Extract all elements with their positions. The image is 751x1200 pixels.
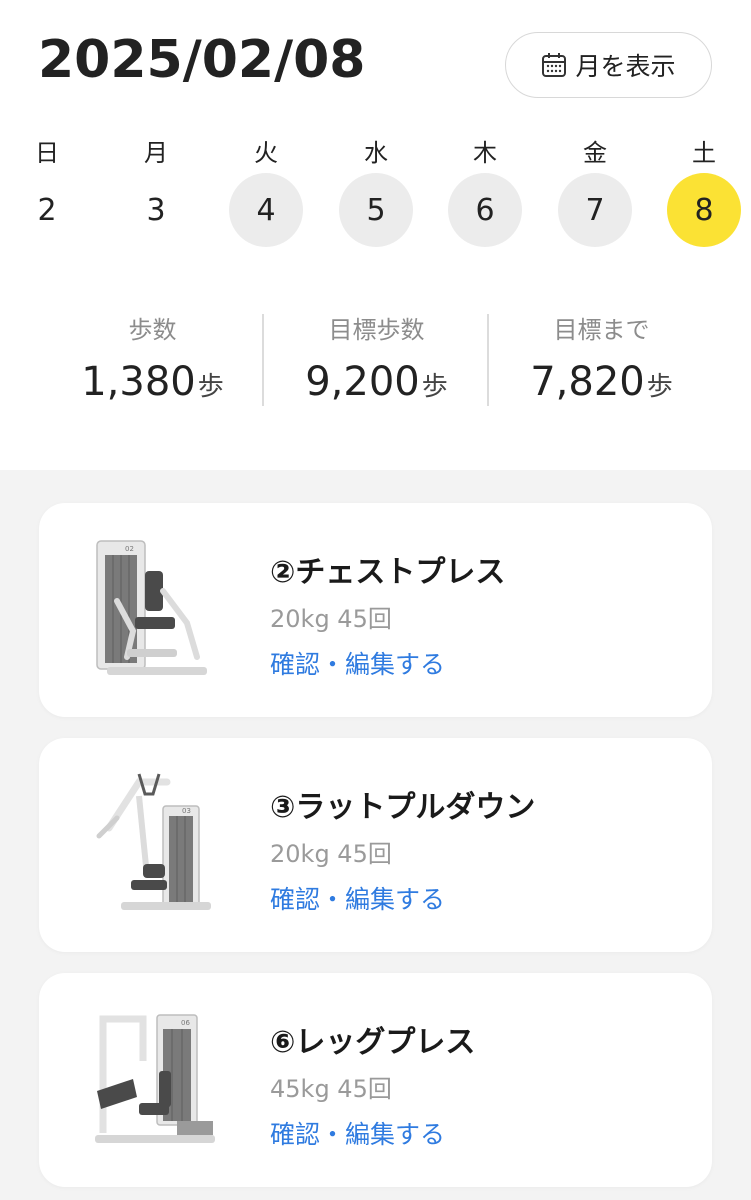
calendar-icon [542, 53, 567, 77]
show-month-button[interactable]: 月を表示 [505, 32, 712, 98]
day-sunday[interactable]: 日 2 [10, 130, 84, 250]
stat-goal-steps: 目標歩数 9,200歩 [264, 310, 489, 405]
stat-value: 9,200 [305, 359, 420, 405]
step-stats: 歩数 1,380歩 目標歩数 9,200歩 目標まで 7,820歩 [0, 310, 751, 410]
day-number[interactable]: 2 [10, 173, 84, 247]
svg-text:06: 06 [181, 1019, 190, 1027]
svg-text:02: 02 [125, 545, 134, 553]
day-name: 月 [144, 139, 168, 167]
stat-label: 目標歩数 [328, 316, 425, 344]
day-name: 水 [364, 139, 388, 167]
workout-title: ③ラットプルダウン [270, 790, 536, 825]
day-wednesday[interactable]: 水 5 [339, 130, 413, 250]
day-friday[interactable]: 金 7 [558, 130, 632, 250]
lat-pulldown-machine-icon: 03 [96, 773, 211, 910]
workout-title: ⑥レッグプレス [270, 1025, 476, 1060]
stat-steps: 歩数 1,380歩 [40, 310, 265, 405]
workout-title: ②チェストプレス [270, 555, 506, 590]
day-number[interactable]: 6 [448, 173, 522, 247]
workout-detail: 20kg 45回 [270, 605, 392, 633]
workout-detail: 45kg 45回 [270, 1075, 392, 1103]
stat-value-row: 1,380歩 [40, 359, 265, 405]
stat-unit: 歩 [421, 372, 448, 402]
day-name: 日 [35, 139, 59, 167]
stat-remaining: 目標まで 7,820歩 [489, 310, 714, 405]
day-name: 火 [254, 139, 278, 167]
workout-detail: 20kg 45回 [270, 840, 392, 868]
day-name: 土 [692, 139, 716, 167]
stat-unit: 歩 [646, 372, 673, 402]
day-thursday[interactable]: 木 6 [448, 130, 522, 250]
day-monday[interactable]: 月 3 [119, 130, 193, 250]
day-number[interactable]: 4 [229, 173, 303, 247]
stat-value: 7,820 [530, 359, 645, 405]
day-number[interactable]: 3 [119, 173, 193, 247]
workout-card[interactable]: 02 ②チェストプレス 20kg 45回 確認・編集する [39, 503, 712, 717]
page-title-date: 2025/02/08 [38, 30, 366, 90]
week-strip: 日 2 月 3 火 4 水 5 木 6 金 7 土 8 [0, 130, 751, 250]
show-month-label: 月を表示 [575, 52, 676, 81]
stat-label: 歩数 [128, 316, 177, 344]
header-section: 2025/02/08 月を表示 日 2 月 3 火 4 水 5 木 6 金 7 … [0, 0, 751, 470]
day-number[interactable]: 5 [339, 173, 413, 247]
stat-unit: 歩 [197, 372, 224, 402]
day-name: 金 [583, 139, 607, 167]
edit-link[interactable]: 確認・編集する [270, 645, 445, 681]
day-number[interactable]: 7 [558, 173, 632, 247]
day-saturday[interactable]: 土 8 [667, 130, 741, 250]
stat-value-row: 9,200歩 [264, 359, 489, 405]
day-number-selected[interactable]: 8 [667, 173, 741, 247]
svg-text:03: 03 [182, 807, 191, 815]
day-tuesday[interactable]: 火 4 [229, 130, 303, 250]
workout-card[interactable]: 03 ③ラットプルダウン 20kg 45回 確認・編集する [39, 738, 712, 952]
stat-value-row: 7,820歩 [489, 359, 714, 405]
edit-link[interactable]: 確認・編集する [270, 1115, 445, 1151]
workout-card[interactable]: 06 ⑥レッグプレス 45kg 45回 確認・編集する [39, 973, 712, 1187]
edit-link[interactable]: 確認・編集する [270, 880, 445, 916]
stat-label: 目標まで [553, 316, 650, 344]
stat-value: 1,380 [81, 359, 196, 405]
leg-press-machine-icon: 06 [95, 1014, 215, 1143]
chest-press-machine-icon: 02 [96, 540, 207, 675]
day-name: 木 [473, 139, 497, 167]
